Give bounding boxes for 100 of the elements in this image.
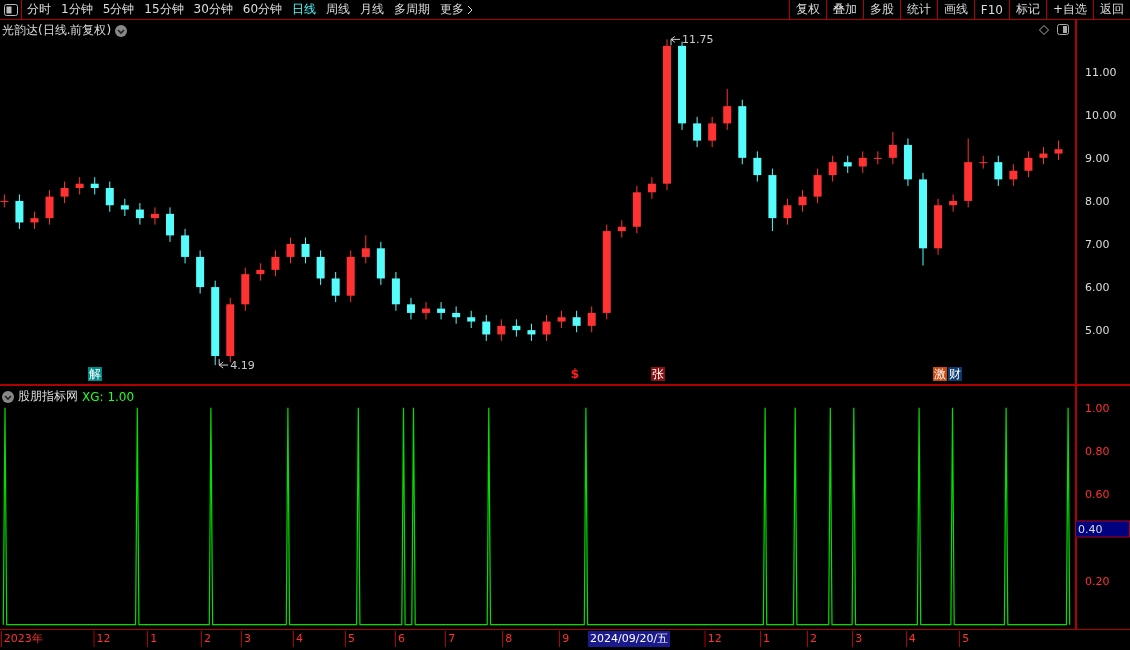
candlestick [798, 189, 807, 213]
candlestick [497, 318, 506, 342]
axis-label: 10.00 [1085, 108, 1117, 122]
candlestick [903, 137, 912, 187]
candlestick [1039, 146, 1048, 165]
indicator-title: 股朋指标网 [18, 388, 78, 405]
candlestick [181, 228, 190, 264]
candlestick [376, 241, 385, 286]
date-axis-label: 4 [293, 631, 303, 647]
candlestick [813, 168, 822, 204]
chevron-icon [467, 4, 474, 15]
date-axis-label: 1 [760, 631, 771, 647]
toolbar-button[interactable]: +自选 [1045, 0, 1093, 19]
toolbar-button[interactable]: 标记 [1008, 0, 1046, 19]
date-axis-label: 2023年 [0, 631, 43, 647]
toolbar-button[interactable]: 复权 [788, 0, 826, 19]
candlestick [557, 310, 566, 329]
candlestick [693, 116, 702, 148]
event-marker: 解 [88, 367, 102, 381]
candlestick [467, 310, 476, 329]
axis-label: 0.20 [1085, 574, 1110, 588]
candlestick [964, 137, 973, 208]
period-tab[interactable]: 分时 [22, 0, 56, 19]
candlestick [45, 189, 54, 226]
diamond-icon[interactable] [1039, 24, 1049, 35]
candlestick [422, 301, 431, 320]
period-tab[interactable]: 60分钟 [237, 0, 288, 19]
candlestick [361, 234, 370, 264]
candlestick [979, 155, 988, 170]
period-tab[interactable]: 周线 [321, 0, 356, 19]
toolbar-button[interactable]: F10 [973, 0, 1009, 19]
toolbar-button[interactable]: 返回 [1093, 0, 1130, 19]
event-marker: 财 [948, 367, 962, 381]
date-axis-label: 3 [241, 631, 252, 647]
candlestick [783, 198, 792, 226]
candlestick [587, 305, 596, 333]
period-tab[interactable]: 多周期 [389, 0, 436, 19]
candlestick [708, 116, 717, 148]
toolbar-button[interactable]: 叠加 [825, 0, 863, 19]
candlestick [437, 301, 446, 320]
candlestick [256, 262, 265, 282]
date-axis-label: 4 [905, 631, 916, 647]
candlestick [30, 211, 39, 230]
candlestick [15, 193, 24, 230]
date-axis-label: 8 [502, 631, 513, 647]
candlestick [617, 219, 626, 239]
candlestick [738, 99, 747, 165]
candlestick [391, 271, 400, 312]
period-tab[interactable]: 更多 [435, 0, 479, 19]
candlestick [858, 150, 867, 174]
candlestick [166, 206, 174, 243]
toolbar-button[interactable]: 统计 [899, 0, 937, 19]
date-axis-label: 12 [704, 631, 722, 647]
candlestick [286, 237, 295, 264]
candlestick [994, 155, 1003, 187]
candlestick [843, 155, 852, 174]
axis-label: 7.00 [1085, 237, 1110, 251]
candlestick [271, 249, 280, 277]
period-tab[interactable]: 月线 [355, 0, 390, 19]
event-marker: $ [569, 367, 581, 381]
event-marker: 张 [651, 367, 665, 381]
candlestick [949, 193, 958, 213]
candlestick [75, 176, 84, 195]
period-tab[interactable]: 30分钟 [188, 0, 238, 19]
period-tab[interactable]: 日线 [287, 0, 322, 19]
dropdown-icon[interactable] [2, 390, 14, 403]
candlestick [753, 150, 762, 183]
chart-title: 光韵达(日线.前复权) [2, 22, 112, 39]
axis-label: 1.00 [1085, 401, 1110, 415]
candlestick [723, 88, 732, 131]
candlestick [873, 150, 882, 165]
candlestick [542, 314, 551, 342]
dropdown-icon[interactable] [115, 24, 128, 37]
period-tab[interactable]: 15分钟 [139, 0, 189, 19]
candlestick [888, 131, 897, 165]
price-label: 4.19 [230, 359, 255, 373]
candlestick [512, 318, 521, 338]
period-tab[interactable]: 1分钟 [56, 0, 98, 19]
candlestick [482, 314, 491, 342]
toolbar-button[interactable]: 画线 [936, 0, 974, 19]
date-axis-label: 9 [559, 631, 570, 647]
toolbar-button[interactable]: 多股 [862, 0, 900, 19]
price-label: 11.75 [682, 33, 714, 47]
axis-label: 9.00 [1085, 151, 1110, 165]
cursor-value-label: 0.40 [1075, 520, 1130, 538]
panel-icon[interactable] [1057, 24, 1069, 35]
candlestick [768, 168, 777, 232]
indicator-value: XG: 1.00 [82, 389, 135, 404]
candlestick [452, 305, 461, 325]
candlestick [241, 267, 250, 312]
candlestick [632, 185, 641, 234]
period-tab[interactable]: 5分钟 [97, 0, 140, 19]
candlestick [301, 237, 310, 264]
date-axis-label: 5 [344, 631, 355, 647]
event-marker: 激 [933, 367, 947, 381]
candlestick [105, 181, 114, 213]
candlestick [120, 198, 129, 217]
candlestick [572, 310, 581, 333]
date-axis-label: 1 [147, 631, 158, 647]
candlestick [331, 271, 340, 303]
